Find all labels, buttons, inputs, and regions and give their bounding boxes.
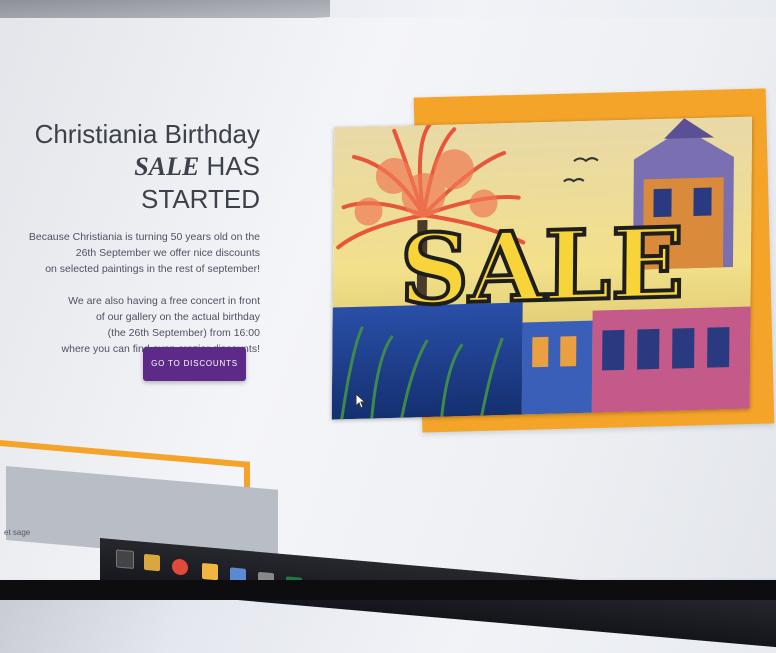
hero-title-line1: Christiania Birthday — [34, 119, 260, 149]
sale-lettering: SALE — [399, 206, 684, 326]
chrome-icon[interactable] — [172, 558, 188, 576]
hero-paragraph-1-line: Because Christiania is turning 50 years … — [28, 231, 260, 243]
go-to-discounts-button[interactable]: GO TO DISCOUNTS — [143, 347, 246, 381]
hero-section: Christiania Birthday SALE HAS STARTED Be… — [28, 118, 260, 373]
hero-paragraph-2-line: We are also having a free concert in fro… — [68, 295, 260, 307]
folder-icon[interactable] — [202, 562, 218, 581]
hero-title-line2: SALE HAS STARTED — [28, 150, 260, 215]
footer-partial-text: et sage — [4, 528, 31, 537]
hero-paragraph-2-line: of our gallery on the actual birthday — [95, 311, 260, 323]
file-explorer-icon[interactable] — [144, 553, 160, 572]
hero-paragraph-1: Because Christiania is turning 50 years … — [28, 229, 260, 277]
sale-painting-image: SALE — [331, 116, 753, 420]
task-view-icon[interactable] — [116, 549, 134, 569]
monitor-lower-bezel — [0, 580, 776, 600]
hero-paragraph-1-line: 26th September we offer nice discounts — [75, 247, 260, 259]
hero-paragraph-1-line: on selected paintings in the rest of sep… — [45, 263, 260, 275]
hero-title-sale-word: SALE — [134, 152, 200, 181]
mouse-pointer-icon — [355, 392, 367, 409]
hero-paragraph-2-line: (the 26th September) from 16:00 — [107, 327, 260, 339]
